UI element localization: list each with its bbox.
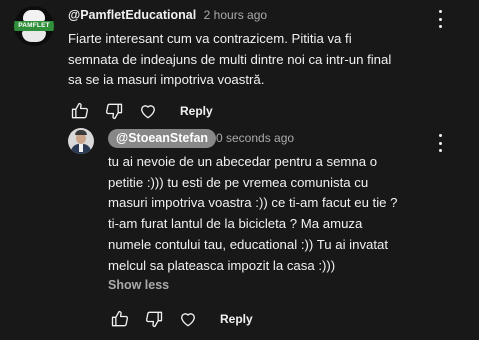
heart-icon[interactable] — [176, 308, 200, 330]
comment-timestamp[interactable]: 2 hours ago — [204, 8, 267, 22]
comment-text-line: semnata de indeajuns de multi dintre noi… — [68, 51, 392, 67]
comment-thread: PAMFLET @PamfletEducational 2 hours ago … — [0, 0, 479, 340]
comment-author[interactable]: @PamfletEducational — [68, 8, 196, 22]
comment-text-line: Fiarte interesant cum va contrazicem. Pi… — [68, 31, 352, 46]
reply-text-line: masuri impotriva voastra :)) ce ti-am fa… — [108, 195, 398, 211]
reply-author-chip[interactable]: @StoeanStefan — [108, 129, 217, 148]
more-vert-icon[interactable] — [436, 134, 444, 152]
reply-button[interactable]: Reply — [220, 312, 253, 326]
reply-text-line: numele contului tau, educational :)) Tu … — [108, 236, 389, 252]
reply-button[interactable]: Reply — [180, 104, 213, 118]
show-less-button[interactable]: Show less — [108, 278, 169, 292]
comment-header: @PamfletEducational 2 hours ago — [68, 8, 267, 22]
thumb-down-icon[interactable] — [102, 100, 126, 122]
reply-text-line: melcul sa plateasca impozit la casa :))) — [108, 257, 336, 273]
reply-timestamp[interactable]: 0 seconds ago — [216, 131, 294, 145]
reply-actions: Reply — [108, 308, 253, 330]
comment-text-line: sa se ia masuri impotriva voastră. — [68, 72, 265, 87]
reply-text-line: ti-am furat lantul de la bicicleta ? Ma … — [108, 216, 363, 232]
reply-text: tu ai nevoie de un abecedar pentru a sem… — [108, 152, 438, 276]
thumb-up-icon[interactable] — [108, 308, 132, 330]
avatar-logo-text: PAMFLET — [14, 21, 54, 31]
reply-avatar[interactable] — [68, 128, 94, 154]
channel-avatar[interactable]: PAMFLET — [14, 6, 54, 46]
reply-text-line: petitie :))) tu esti de pe vremea comuni… — [108, 174, 369, 190]
thumb-down-icon[interactable] — [142, 308, 166, 330]
comment-text: Fiarte interesant cum va contrazicem. Pi… — [68, 29, 428, 91]
comment-actions: Reply — [68, 100, 213, 122]
thumb-up-icon[interactable] — [68, 100, 92, 122]
reply-text-line: tu ai nevoie de un abecedar pentru a sem… — [108, 154, 378, 169]
more-vert-icon[interactable] — [436, 10, 444, 28]
heart-icon[interactable] — [136, 100, 160, 122]
